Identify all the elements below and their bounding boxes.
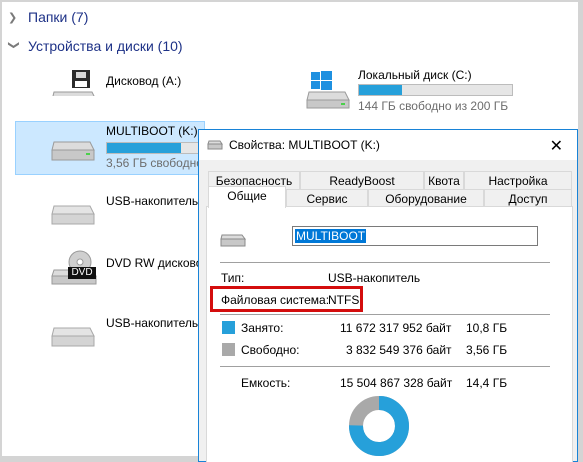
floppy-drive-icon xyxy=(52,70,95,96)
capacity-label: Емкость: xyxy=(241,376,291,390)
tab-sharing[interactable]: Доступ xyxy=(484,189,572,207)
usb-drive-icon xyxy=(220,234,246,247)
local-disk-icon xyxy=(306,71,350,109)
dvd-badge: DVD xyxy=(68,267,96,279)
drive-floppy[interactable]: Дисковод (A:) xyxy=(50,68,200,112)
capacity-size: 14,4 ГБ xyxy=(466,376,508,390)
tab-hardware[interactable]: Оборудование xyxy=(368,189,484,207)
free-bytes: 3 832 549 376 байт xyxy=(346,343,452,357)
drive-usb-1[interactable]: USB-накопитель xyxy=(50,192,200,236)
volume-label-input[interactable]: MULTIBOOT xyxy=(292,226,538,246)
drive-name: MULTIBOOT (K:) xyxy=(106,124,198,138)
drive-usb-2[interactable]: USB-накопитель xyxy=(50,314,200,358)
tab-service[interactable]: Сервис xyxy=(286,189,368,207)
drive-free-text: 3,56 ГБ свободно xyxy=(106,156,203,170)
drive-usage-fill xyxy=(359,85,402,95)
usb-drive-icon xyxy=(51,205,95,225)
free-label: Свободно: xyxy=(241,343,300,357)
dialog-title: Свойства: MULTIBOOT (K:) xyxy=(229,138,380,152)
type-value: USB-накопитель xyxy=(328,271,421,285)
tab-readyboost[interactable]: ReadyBoost xyxy=(300,171,424,189)
group-folders[interactable]: ❯ Папки (7) xyxy=(8,7,88,27)
drive-name: Дисковод (A:) xyxy=(106,74,182,88)
drive-usage-bar xyxy=(106,142,206,154)
drive-name: USB-накопитель xyxy=(106,316,199,330)
divider xyxy=(220,366,550,367)
used-label: Занято: xyxy=(241,321,284,335)
used-color-swatch xyxy=(222,321,235,334)
drive-name: Локальный диск (C:) xyxy=(358,68,472,82)
free-size: 3,56 ГБ xyxy=(466,343,508,357)
drive-free-text: 144 ГБ свободно из 200 ГБ xyxy=(358,99,509,113)
group-folders-label: Папки (7) xyxy=(28,9,89,25)
used-bytes: 11 672 317 952 байт xyxy=(340,321,452,335)
filesystem-highlight-box xyxy=(210,286,363,312)
dialog-titlebar[interactable]: Свойства: MULTIBOOT (K:) ✕ xyxy=(199,130,577,160)
tab-settings[interactable]: Настройка xyxy=(464,171,572,189)
divider xyxy=(220,314,550,315)
usb-drive-icon xyxy=(207,140,223,150)
divider xyxy=(220,262,550,263)
drive-name: DVD RW дисковод xyxy=(106,256,210,270)
free-color-swatch xyxy=(222,343,235,356)
chevron-down-icon: ❯ xyxy=(7,40,20,50)
usb-drive-icon xyxy=(51,141,95,161)
drive-dvd[interactable]: DVD DVD RW дисковод xyxy=(50,250,209,294)
tab-general[interactable]: Общие xyxy=(208,186,286,208)
drive-usage-fill xyxy=(107,143,181,153)
tab-quota[interactable]: Квота xyxy=(424,171,464,189)
capacity-bytes: 15 504 867 328 байт xyxy=(340,376,453,390)
usage-donut-chart xyxy=(349,396,409,456)
usb-drive-icon xyxy=(51,327,95,347)
drive-multiboot[interactable]: MULTIBOOT (K:) 3,56 ГБ свободно xyxy=(50,122,206,174)
drive-usage-bar xyxy=(358,84,513,96)
used-size: 10,8 ГБ xyxy=(466,321,508,335)
close-icon[interactable]: ✕ xyxy=(550,136,563,156)
group-devices-label: Устройства и диски (10) xyxy=(28,38,183,54)
type-label: Тип: xyxy=(221,271,245,285)
volume-label-text: MULTIBOOT xyxy=(295,229,367,243)
drive-name: USB-накопитель xyxy=(106,194,199,208)
drive-local-c[interactable]: Локальный диск (C:) 144 ГБ свободно из 2… xyxy=(305,66,525,113)
chevron-right-icon: ❯ xyxy=(8,11,18,24)
group-devices[interactable]: ❯ Устройства и диски (10) xyxy=(8,36,183,56)
